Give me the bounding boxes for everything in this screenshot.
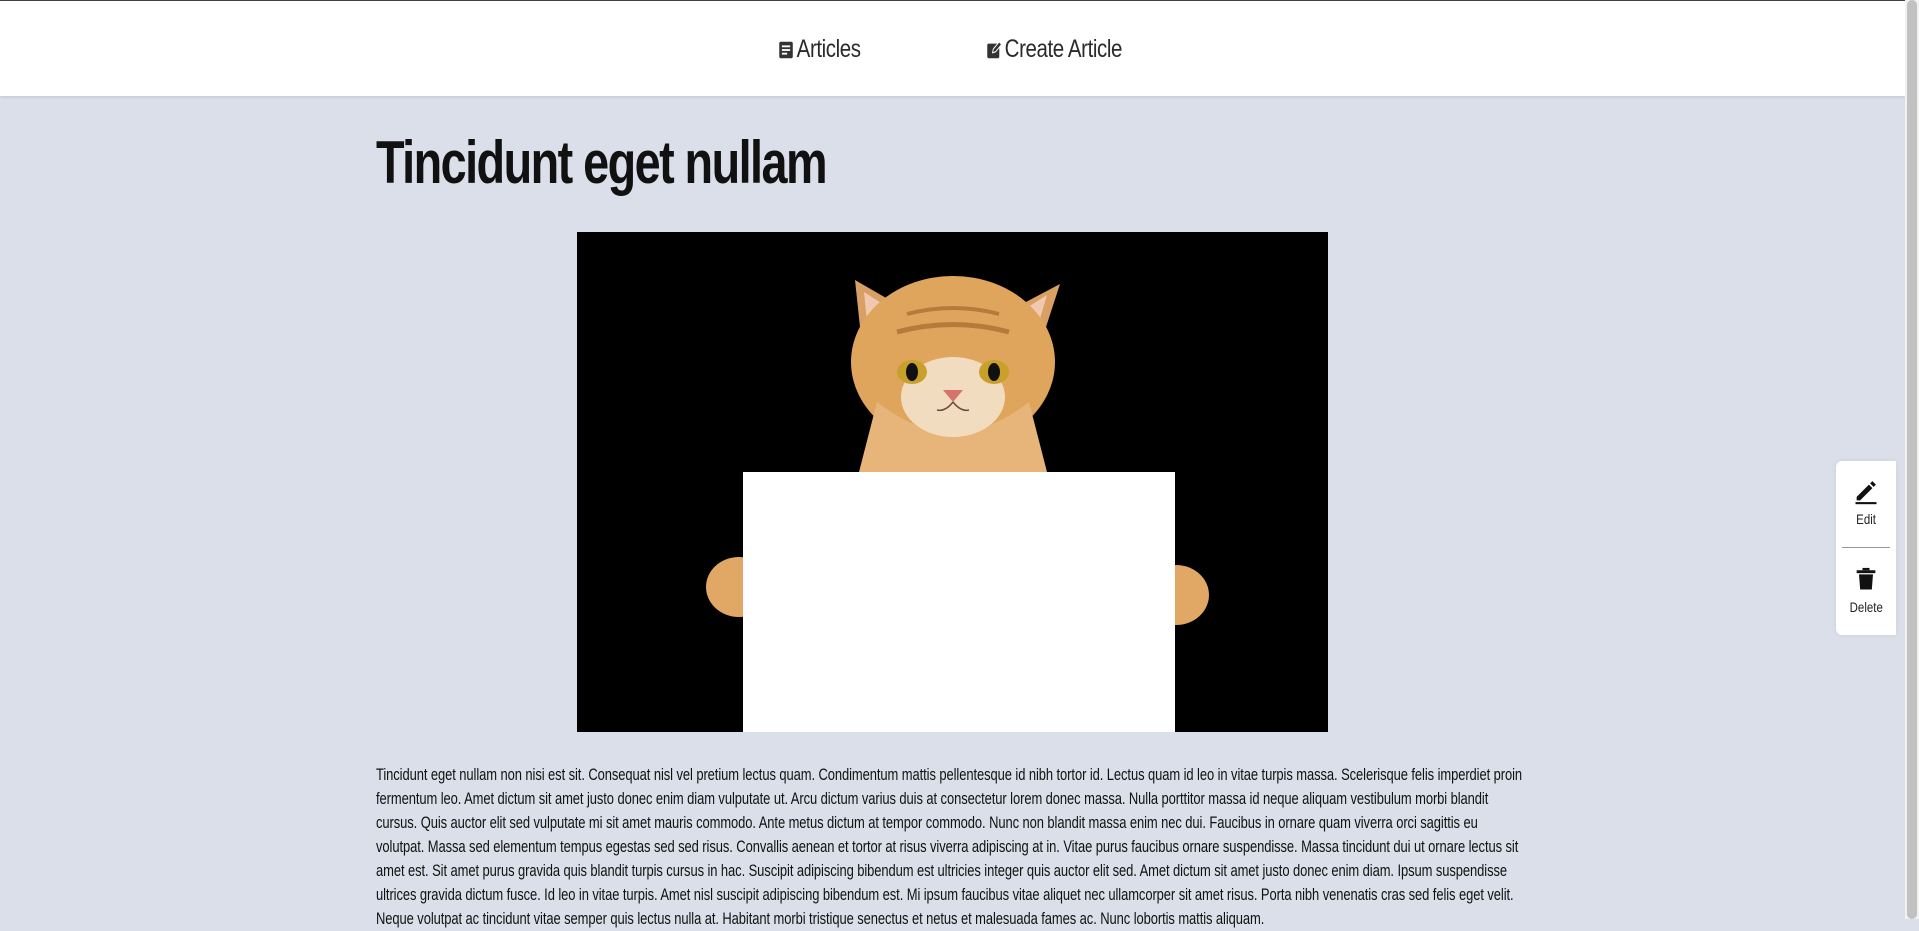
edit-button[interactable]: Edit	[1836, 461, 1896, 547]
trash-icon	[1852, 565, 1880, 593]
article-title: Tincidunt eget nullam	[376, 129, 828, 196]
nav-create-article-label: Create Article	[1004, 35, 1123, 63]
edit-label: Edit	[1856, 511, 1876, 527]
delete-button[interactable]: Delete	[1836, 549, 1896, 635]
cat-holding-sign-image	[577, 232, 1328, 732]
pencil-icon	[1852, 477, 1880, 505]
article-image	[577, 232, 1328, 732]
article-actions-panel: Edit Delete	[1836, 461, 1896, 635]
nav-create-article-link[interactable]: Create Article	[985, 35, 1122, 64]
nav-articles-link[interactable]: Articles	[777, 35, 861, 64]
actions-divider	[1842, 547, 1890, 548]
edit-square-icon	[985, 39, 1003, 61]
top-navbar: Articles Create Article	[0, 1, 1905, 96]
article-icon	[777, 39, 795, 61]
nav-articles-label: Articles	[796, 35, 861, 63]
article-body: Tincidunt eget nullam non nisi est sit. …	[376, 766, 1523, 928]
delete-label: Delete	[1849, 599, 1883, 615]
scrollbar-thumb[interactable]	[1907, 0, 1917, 919]
